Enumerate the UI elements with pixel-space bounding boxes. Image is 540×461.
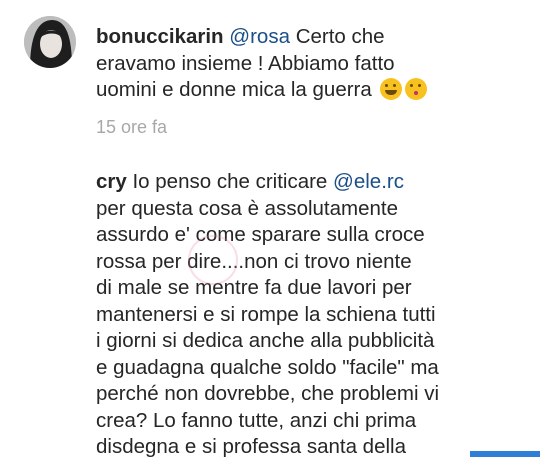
comment-text: Io penso che criticare — [126, 170, 334, 193]
comment-timestamp: 15 ore fa — [96, 117, 168, 137]
comment-text-continued: per questa cosa è assolutamente assurdo … — [96, 196, 440, 459]
watermark-logo — [188, 235, 238, 285]
grinning-sweat-emoji — [380, 78, 403, 100]
comment-username[interactable]: cry — [96, 170, 127, 193]
comment-1: bonuccikarin @rosa Certo che eravamo ins… — [96, 24, 506, 104]
mention-link[interactable]: @rosa — [229, 25, 290, 48]
scrollbar[interactable] — [470, 451, 540, 457]
comment-username[interactable]: bonuccikarin — [96, 25, 224, 48]
avatar[interactable] — [24, 16, 76, 68]
mention-link[interactable]: @ele.rc — [333, 170, 404, 193]
kiss-emoji — [405, 78, 428, 100]
comment-2: cry Io penso che criticare @ele.rc per q… — [96, 169, 506, 461]
